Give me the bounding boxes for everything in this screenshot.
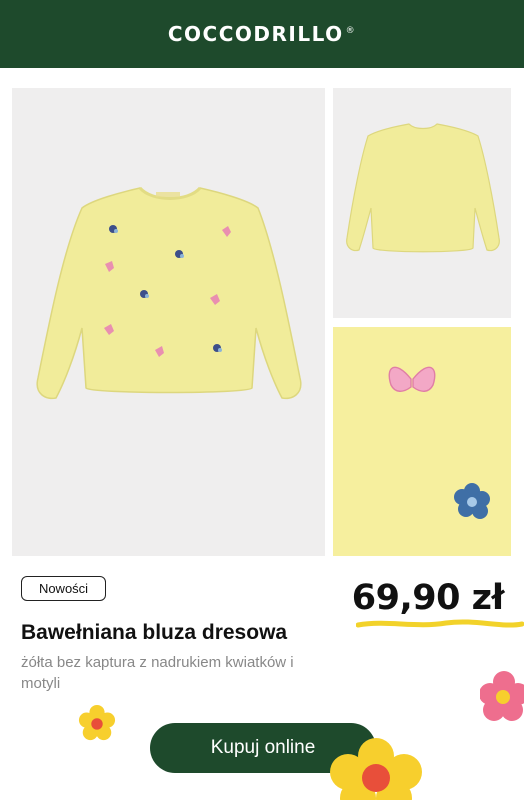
embroidery-detail-illustration [333, 327, 511, 556]
price-underline-decoration [356, 619, 524, 628]
sweater-back-illustration [333, 88, 511, 318]
product-image-detail[interactable] [333, 327, 511, 556]
brand-name: COCCODRILLO [167, 22, 344, 46]
header-bar: COCCODRILLO ® [0, 0, 524, 68]
large-yellow-flower-icon [330, 738, 422, 800]
product-description: żółta bez kaptura z nadrukiem kwiatków i… [21, 654, 294, 692]
product-title: Bawełniana bluza dresowa [21, 621, 288, 644]
sweater-front-illustration [12, 88, 325, 556]
trademark-mark: ® [345, 26, 357, 37]
pink-flower-icon [480, 671, 524, 721]
product-image-back[interactable] [333, 88, 511, 318]
product-price: 69,90 zł [351, 578, 505, 618]
brand-logo[interactable]: COCCODRILLO ® [168, 22, 356, 46]
new-badge: Nowości [21, 576, 106, 601]
yellow-flower-icon [78, 704, 116, 741]
product-image-front[interactable] [12, 88, 325, 556]
